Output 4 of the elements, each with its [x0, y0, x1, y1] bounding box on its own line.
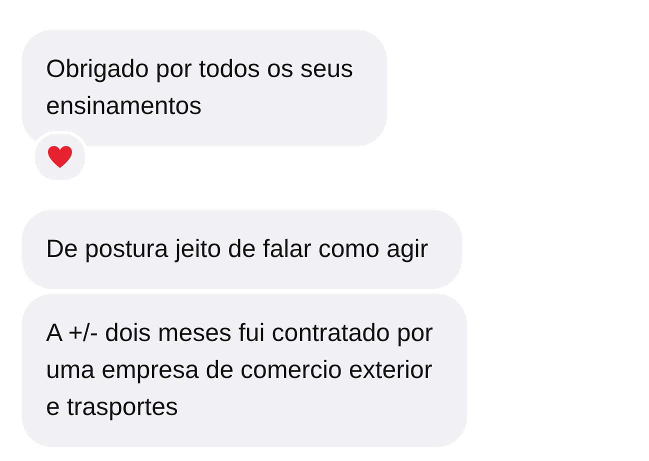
- heart-icon: [47, 145, 73, 169]
- message-bubble: Obrigado por todos os seus ensinamentos: [22, 30, 388, 146]
- message-bubble: De postura jeito de falar como agir: [22, 210, 462, 289]
- message-bubble: A +/- dois meses fui contratado por uma empresa de comercio exterior e trasportes: [22, 294, 468, 447]
